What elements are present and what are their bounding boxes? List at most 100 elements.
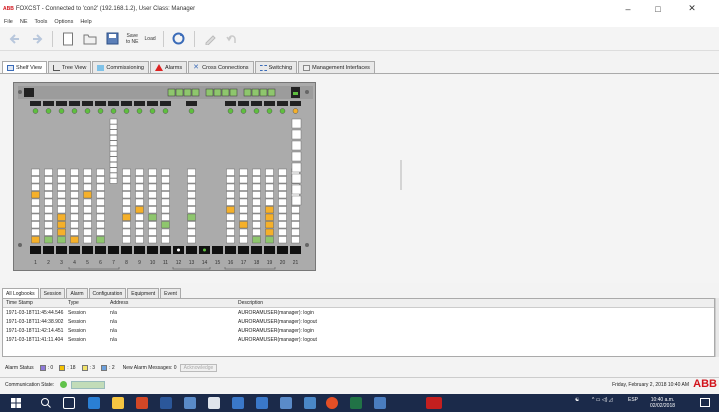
- port: [70, 191, 79, 199]
- slot-number: 9: [138, 260, 141, 266]
- app-icon[interactable]: [374, 397, 386, 409]
- port: [148, 183, 157, 191]
- port: [31, 206, 40, 214]
- store-icon[interactable]: [112, 397, 124, 409]
- col-type[interactable]: Type: [65, 300, 107, 306]
- port: [31, 221, 40, 229]
- port: [83, 191, 92, 199]
- tab-all-logbooks[interactable]: All Logbooks: [2, 288, 39, 298]
- port: [265, 191, 274, 199]
- edge-browser-icon[interactable]: [88, 397, 100, 409]
- foxcst-taskbar-icon[interactable]: [426, 397, 442, 409]
- port: [109, 140, 118, 146]
- tab-session[interactable]: Session: [39, 288, 66, 298]
- col-address[interactable]: Address: [107, 300, 235, 306]
- connector-led: [203, 248, 206, 252]
- windows-start-icon[interactable]: [10, 397, 22, 409]
- table-row[interactable]: 1971-03-18T11:44:38.902 Session n/a AURO…: [3, 317, 714, 326]
- card-label: [30, 101, 41, 106]
- refresh-icon[interactable]: [171, 31, 187, 47]
- word-icon[interactable]: [160, 397, 172, 409]
- tab-management-interfaces[interactable]: Management Interfaces: [298, 61, 375, 73]
- menu-ne[interactable]: NE: [20, 19, 28, 25]
- tray-icons[interactable]: ^ ▭ ◁) ◿: [592, 397, 613, 403]
- port: [161, 206, 170, 214]
- fan-led: [293, 92, 298, 95]
- status-led: [267, 88, 276, 97]
- port: [148, 168, 157, 176]
- port: [122, 228, 131, 236]
- edit-pencil-icon[interactable]: [202, 31, 218, 47]
- save-to-ne-button[interactable]: Save to NE: [126, 33, 139, 45]
- toolbar-divider: [52, 30, 53, 47]
- shelf-diagram: 1 2 3 4 5 6 7 8 9 10 11 12 13 14 15 16 17 18 19 20 21: [18, 86, 313, 270]
- new-document-icon[interactable]: [60, 31, 76, 47]
- powerpoint-icon[interactable]: [136, 397, 148, 409]
- tab-tree-view[interactable]: Tree View: [47, 61, 92, 73]
- app-icon[interactable]: [232, 397, 244, 409]
- menu-file[interactable]: File: [4, 19, 13, 25]
- tab-switching[interactable]: Switching: [254, 61, 298, 73]
- tab-commissioning[interactable]: Commissioning: [92, 61, 149, 73]
- file-explorer-icon[interactable]: [304, 397, 316, 409]
- tab-event[interactable]: Event: [160, 288, 181, 298]
- port: [57, 183, 66, 191]
- app-icon[interactable]: [256, 397, 268, 409]
- language-indicator[interactable]: ESP: [628, 397, 638, 403]
- forward-icon[interactable]: [29, 31, 45, 47]
- search-icon[interactable]: [40, 397, 52, 409]
- tab-cross-connections[interactable]: ✕ Cross Connections: [188, 61, 254, 73]
- table-row[interactable]: 1971-03-18T11:42:14.451 Session n/a AURO…: [3, 326, 714, 335]
- equipment-shelf[interactable]: 1 2 3 4 5 6 7 8 9 10 11 12 13 14 15 16 17 18 19 20 21: [13, 82, 316, 271]
- connector: [238, 246, 249, 254]
- load-button[interactable]: Load: [145, 36, 156, 42]
- tab-label: Tree View: [61, 64, 87, 71]
- port: [278, 176, 287, 184]
- status-led: [149, 108, 156, 114]
- panel-splitter[interactable]: [400, 160, 402, 190]
- calculator-icon[interactable]: [208, 397, 220, 409]
- col-timestamp[interactable]: Time Stamp: [3, 300, 65, 306]
- notification-icon[interactable]: [700, 398, 710, 407]
- menu-help[interactable]: Help: [80, 19, 91, 25]
- back-icon[interactable]: [7, 31, 23, 47]
- menu-options[interactable]: Options: [54, 19, 73, 25]
- port: [291, 221, 300, 229]
- close-button[interactable]: ✕: [679, 0, 705, 17]
- port: [161, 191, 170, 199]
- port: [148, 176, 157, 184]
- menu-tools[interactable]: Tools: [35, 19, 48, 25]
- task-view-icon[interactable]: [63, 397, 75, 409]
- connector: [277, 246, 288, 254]
- save-icon[interactable]: [104, 31, 120, 47]
- excel-icon[interactable]: [350, 397, 362, 409]
- minimize-button[interactable]: –: [615, 0, 641, 17]
- tab-alarms[interactable]: Alarms: [149, 61, 188, 73]
- acknowledge-button[interactable]: Acknowledge: [179, 363, 218, 372]
- app-icon[interactable]: [184, 397, 196, 409]
- status-led: [175, 88, 184, 97]
- table-row[interactable]: 1971-03-18T11:41:11.404 Session n/a AURO…: [3, 335, 714, 344]
- tab-configuration[interactable]: Configuration: [88, 288, 127, 298]
- status-led: [136, 108, 143, 114]
- tab-alarm[interactable]: Alarm: [66, 288, 88, 298]
- cell-timestamp: 1971-03-18T11:41:11.404: [6, 336, 64, 343]
- port: [226, 198, 235, 206]
- log-table: Time Stamp Type Address Description 1971…: [2, 298, 715, 357]
- connector: [134, 246, 145, 254]
- taskbar-clock[interactable]: 10:40 a.m. 02/02/2018: [650, 397, 675, 409]
- port: [135, 191, 144, 199]
- maximize-button[interactable]: □: [645, 0, 671, 17]
- chrome-icon[interactable]: [326, 397, 338, 409]
- undo-icon[interactable]: [224, 31, 240, 47]
- open-folder-icon[interactable]: [82, 31, 98, 47]
- port: [83, 198, 92, 206]
- slot-number: 18: [254, 260, 260, 266]
- people-icon[interactable]: ☯: [575, 397, 579, 403]
- col-description[interactable]: Description: [235, 300, 705, 306]
- app-icon[interactable]: [280, 397, 292, 409]
- table-row[interactable]: 1971-03-18T11:45:44.546 Session n/a AURO…: [3, 308, 714, 317]
- log-scrollbar[interactable]: [715, 298, 719, 357]
- tab-equipment[interactable]: Equipment: [127, 288, 160, 298]
- tab-shelf-view[interactable]: Shelf View: [2, 61, 47, 73]
